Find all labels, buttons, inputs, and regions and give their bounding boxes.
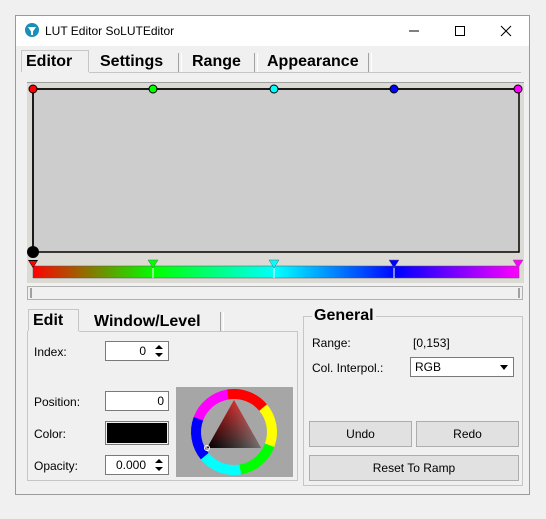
close-icon <box>500 25 512 37</box>
col-interp-select[interactable]: RGB <box>410 357 514 377</box>
maximize-icon <box>455 26 465 36</box>
maximize-button[interactable] <box>437 16 483 46</box>
range-slider-right-handle[interactable] <box>518 288 520 298</box>
color-swatch-fill <box>107 423 167 443</box>
close-button[interactable] <box>483 16 529 46</box>
range-slider-left-handle[interactable] <box>30 288 32 298</box>
undo-button[interactable]: Undo <box>309 421 412 447</box>
index-label: Index: <box>34 345 67 359</box>
color-ramp[interactable] <box>27 258 524 288</box>
window-title: LUT Editor SoLUTEditor <box>45 24 175 38</box>
reset-to-ramp-button[interactable]: Reset To Ramp <box>309 455 519 481</box>
position-value: 0 <box>157 394 164 408</box>
color-ramp-bar <box>32 265 520 279</box>
general-group-title: General <box>312 307 376 325</box>
opacity-value: 0.000 <box>115 458 146 472</box>
control-point[interactable] <box>28 84 38 94</box>
tab-edit[interactable]: Edit <box>28 309 79 331</box>
tab-separator <box>220 312 224 331</box>
color-label: Color: <box>34 427 67 441</box>
lut-curve-graph[interactable] <box>27 83 524 283</box>
range-label: Range: <box>312 336 351 350</box>
spin-arrows-icon[interactable] <box>151 457 167 473</box>
redo-button[interactable]: Redo <box>416 421 519 447</box>
control-point[interactable] <box>389 84 399 94</box>
index-spinbox[interactable]: 0 <box>105 341 169 361</box>
tab-separator <box>178 53 182 72</box>
opacity-label: Opacity: <box>34 459 79 473</box>
position-label: Position: <box>34 395 81 409</box>
minimize-button[interactable] <box>391 16 437 46</box>
tab-separator <box>368 53 372 72</box>
range-value: [0,153] <box>413 336 450 350</box>
spin-arrows-icon[interactable] <box>151 343 167 359</box>
control-point[interactable] <box>269 84 279 94</box>
lut-editor-canvas[interactable] <box>27 82 524 283</box>
tab-range[interactable]: Range <box>188 51 245 73</box>
color-wheel-picker[interactable] <box>176 387 293 477</box>
tab-editor[interactable]: Editor <box>21 50 89 72</box>
title-bar[interactable]: LUT Editor SoLUTEditor <box>16 16 529 46</box>
chevron-down-icon <box>500 365 508 370</box>
index-value: 0 <box>139 344 146 358</box>
position-field[interactable]: 0 <box>105 391 169 411</box>
col-interp-label: Col. Interpol.: <box>312 361 384 375</box>
control-point[interactable] <box>148 84 158 94</box>
control-point[interactable] <box>513 84 523 94</box>
lut-editor-window: LUT Editor SoLUTEditor Editor Settings R… <box>15 15 530 495</box>
graph-frame <box>32 88 520 253</box>
app-icon <box>25 23 39 37</box>
tab-appearance[interactable]: Appearance <box>263 51 363 73</box>
opacity-spinbox[interactable]: 0.000 <box>105 455 169 475</box>
selected-control-point[interactable] <box>27 246 39 258</box>
tab-baseline <box>89 72 521 73</box>
color-wheel-icon[interactable] <box>176 387 293 477</box>
range-slider[interactable] <box>27 286 523 300</box>
tab-window-level[interactable]: Window/Level <box>90 311 205 333</box>
minimize-icon <box>409 30 419 32</box>
tab-separator <box>254 53 258 72</box>
color-swatch[interactable] <box>105 421 169 445</box>
tab-settings[interactable]: Settings <box>96 51 167 73</box>
col-interp-value: RGB <box>415 360 442 374</box>
